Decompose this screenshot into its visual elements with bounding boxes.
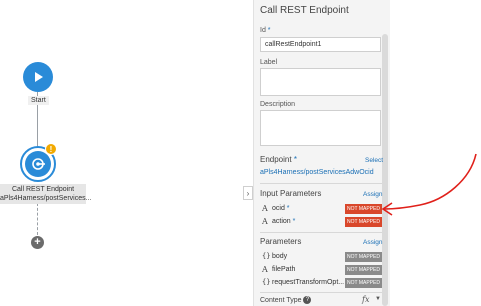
status-badge: NOT MAPPED [345,252,382,262]
content-type-text: Content Type [260,296,302,304]
id-label: Id * [260,27,271,34]
param-name: ocid * [272,205,290,212]
string-type-icon: A [262,204,268,213]
rest-node-label-endpoint: aPls4Harness/postServices... [0,195,92,202]
status-badge: NOT MAPPED [345,265,382,275]
param-name-text: action [272,218,291,225]
input-parameters-assign-link[interactable]: Assign [363,191,383,198]
rest-endpoint-icon [25,151,51,177]
fx-expression-button[interactable]: fx [362,295,369,304]
content-type-label: Content Type ? [260,296,312,304]
label-input[interactable] [260,68,381,96]
rest-node-label-title: Call REST Endpoint [11,186,75,193]
connector-line-dashed [37,203,38,235]
divider [260,232,382,233]
help-icon[interactable]: ? [303,296,312,304]
rest-endpoint-node-label: Call REST Endpoint aPls4Harness/postServ… [0,184,92,204]
chevron-down-icon[interactable]: ▼ [375,296,381,302]
divider [260,183,382,184]
start-node-label: Start [28,96,49,105]
input-parameters-label: Input Parameters [260,189,322,198]
description-label: Description [260,101,296,108]
endpoint-select-link[interactable]: Select [365,157,383,164]
start-node[interactable] [23,62,53,92]
id-input[interactable]: callRestEndpoint1 [260,37,381,52]
required-marker: * [267,27,271,34]
status-badge: NOT MAPPED [345,204,382,214]
endpoint-label: Endpoint * [260,155,297,164]
properties-panel: Call REST Endpoint Id * callRestEndpoint… [253,0,390,306]
endpoint-label-text: Endpoint [260,155,292,164]
param-name: body [272,253,288,260]
parameters-assign-link[interactable]: Assign [363,239,383,246]
divider [260,292,382,293]
parameters-label: Parameters [260,237,302,246]
input-param-row[interactable]: A action * NOT MAPPED [260,217,382,228]
id-label-text: Id [260,27,266,34]
panel-scrollbar[interactable] [382,34,388,306]
object-type-icon: {} [262,278,271,286]
required-marker: * [293,155,297,164]
flow-canvas: Start ! Call REST Endpoint aPls4Harness/… [0,0,250,306]
param-row[interactable]: {} requestTransformOpt... NOT MAPPED [260,278,382,289]
warning-icon: ! [45,143,57,155]
param-name-text: ocid [272,205,285,212]
status-badge: NOT MAPPED [345,217,382,227]
required-marker: * [292,218,296,225]
description-textarea[interactable] [260,110,381,146]
param-name: requestTransformOpt... [272,279,345,286]
string-type-icon: A [262,217,268,226]
endpoint-value-link[interactable]: aPls4Harness/postServicesAdwOcid [260,169,374,176]
panel-title: Call REST Endpoint [260,5,349,16]
play-icon [35,72,43,82]
param-row[interactable]: {} body NOT MAPPED [260,252,382,263]
object-type-icon: {} [262,252,271,260]
input-param-row[interactable]: A ocid * NOT MAPPED [260,204,382,215]
param-name: filePath [272,266,296,273]
label-label: Label [260,59,278,66]
string-type-icon: A [262,265,268,274]
status-badge: NOT MAPPED [345,278,382,288]
param-row[interactable]: A filePath NOT MAPPED [260,265,382,276]
add-node-button[interactable]: + [31,236,44,249]
panel-collapse-button[interactable]: › [243,186,253,200]
required-marker: * [286,205,290,212]
param-name: action * [272,218,295,225]
